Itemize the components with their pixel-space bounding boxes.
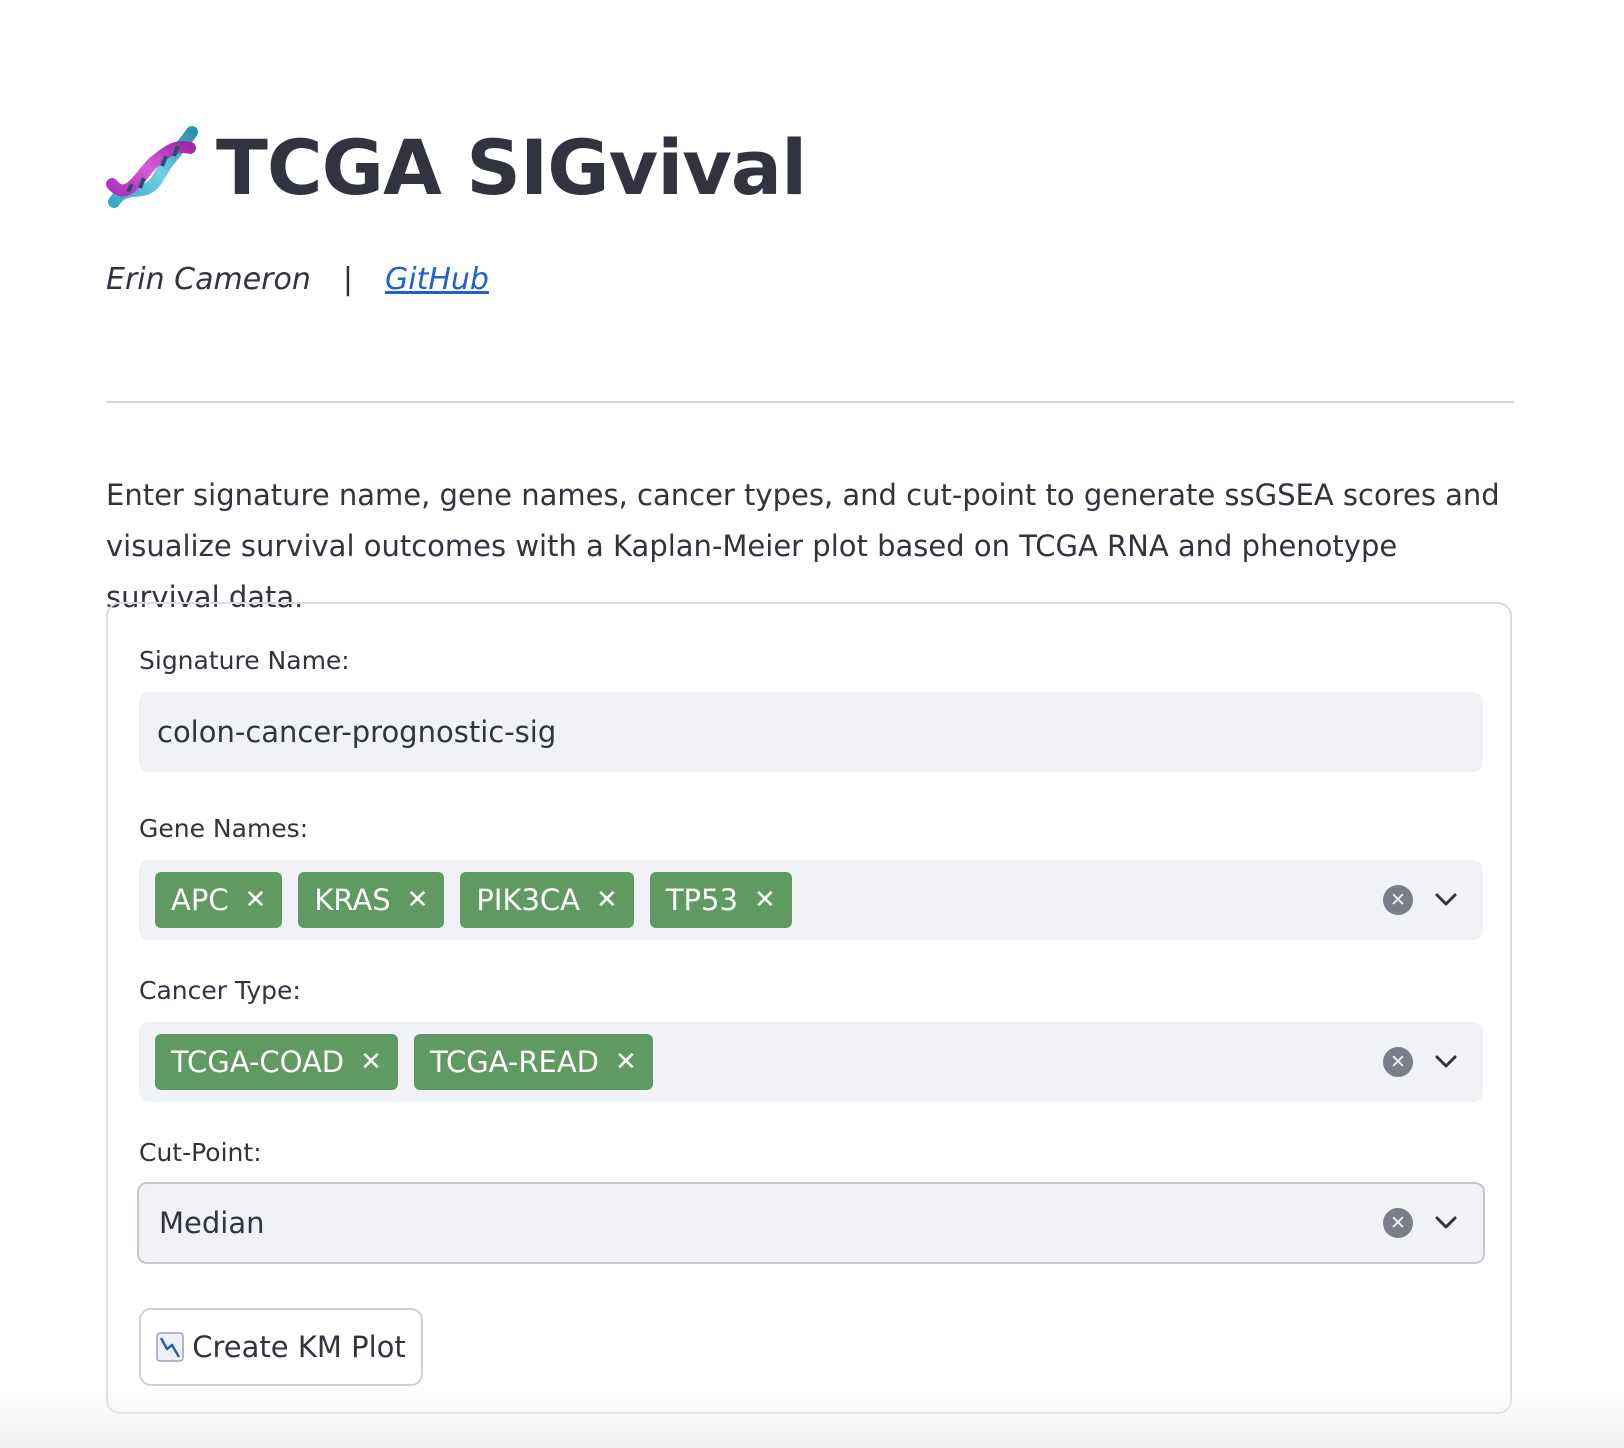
- divider: [106, 401, 1514, 403]
- cancer-type-tag-label: TCGA-READ: [429, 1045, 599, 1079]
- gene-names-multiselect[interactable]: APC ✕ KRAS ✕ PIK3CA ✕ TP53 ✕ ✕: [139, 860, 1483, 940]
- km-plot-form: Signature Name: colon-cancer-prognostic-…: [106, 602, 1512, 1414]
- gene-tag-label: PIK3CA: [476, 883, 581, 917]
- remove-tag-icon[interactable]: ✕: [360, 1047, 382, 1077]
- create-km-plot-label: Create KM Plot: [192, 1330, 406, 1364]
- select-controls: ✕: [1383, 1022, 1461, 1102]
- gene-tag-label: TP53: [665, 883, 738, 917]
- cancer-type-multiselect[interactable]: TCGA-COAD ✕ TCGA-READ ✕ ✕: [139, 1022, 1483, 1102]
- cut-point-value: Median: [159, 1206, 265, 1240]
- remove-tag-icon[interactable]: ✕: [245, 885, 267, 915]
- description-text: Enter signature name, gene names, cancer…: [106, 478, 1500, 614]
- cancer-type-tag: TCGA-COAD ✕: [155, 1034, 398, 1090]
- clear-all-icon[interactable]: ✕: [1383, 885, 1413, 915]
- clear-all-icon[interactable]: ✕: [1383, 1047, 1413, 1077]
- cut-point-label: Cut-Point:: [139, 1138, 262, 1167]
- gene-tag-label: APC: [171, 883, 229, 917]
- app-title: TCGA SIGvival: [216, 123, 807, 212]
- gene-tag: KRAS ✕: [298, 872, 445, 928]
- signature-name-label: Signature Name:: [139, 646, 350, 675]
- cancer-type-tag: TCGA-READ ✕: [413, 1034, 653, 1090]
- clear-icon[interactable]: ✕: [1383, 1208, 1413, 1238]
- cancer-type-tag-label: TCGA-COAD: [171, 1045, 345, 1079]
- chevron-down-icon[interactable]: [1431, 885, 1461, 915]
- author-name: Erin Cameron: [106, 262, 311, 297]
- chevron-down-icon[interactable]: [1431, 1208, 1461, 1238]
- gene-tag: PIK3CA ✕: [460, 872, 634, 928]
- chart-decreasing-icon: [156, 1332, 184, 1362]
- byline: Erin Cameron | GitHub: [106, 262, 489, 297]
- remove-tag-icon[interactable]: ✕: [754, 885, 776, 915]
- title-row: TCGA SIGvival: [106, 118, 807, 218]
- byline-separator: |: [342, 262, 353, 297]
- gene-tag: APC ✕: [155, 872, 283, 928]
- signature-name-input[interactable]: colon-cancer-prognostic-sig: [139, 692, 1483, 772]
- chevron-down-icon[interactable]: [1431, 1047, 1461, 1077]
- cancer-type-label: Cancer Type:: [139, 976, 301, 1005]
- gene-tag-label: KRAS: [314, 883, 391, 917]
- select-controls: ✕: [1383, 860, 1461, 940]
- dna-icon: [106, 126, 198, 208]
- cut-point-select[interactable]: Median ✕: [137, 1182, 1485, 1264]
- create-km-plot-button[interactable]: Create KM Plot: [139, 1308, 423, 1386]
- remove-tag-icon[interactable]: ✕: [615, 1047, 637, 1077]
- remove-tag-icon[interactable]: ✕: [407, 885, 429, 915]
- select-controls: ✕: [1383, 1184, 1461, 1262]
- github-link[interactable]: GitHub: [385, 262, 489, 297]
- bottom-fade: [0, 1388, 1624, 1448]
- remove-tag-icon[interactable]: ✕: [596, 885, 618, 915]
- gene-names-label: Gene Names:: [139, 814, 309, 843]
- gene-tag: TP53 ✕: [649, 872, 792, 928]
